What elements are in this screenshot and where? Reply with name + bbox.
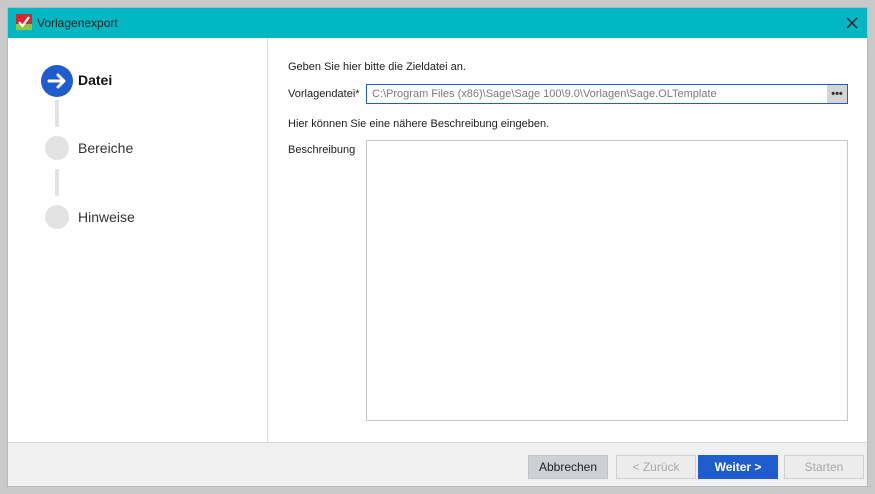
title-bar: Vorlagenexport	[8, 8, 867, 38]
step-hinweise-indicator	[45, 205, 69, 229]
close-button[interactable]	[837, 8, 867, 38]
file-path-value: C:\Program Files (x86)\Sage\Sage 100\9.0…	[372, 88, 717, 100]
footer-bar: Abbrechen < Zurück Weiter > Starten	[8, 442, 867, 486]
step-label-bereiche: Bereiche	[78, 140, 134, 156]
app-icon	[16, 14, 32, 30]
step-datei-indicator	[41, 65, 73, 97]
ellipsis-icon: •••	[831, 88, 843, 100]
step-connector	[55, 100, 59, 127]
description-label: Beschreibung	[288, 144, 356, 156]
arrow-right-icon	[47, 73, 66, 89]
file-path-field[interactable]: C:\Program Files (x86)\Sage\Sage 100\9.0…	[366, 84, 848, 104]
wizard-window: Vorlagenexport Datei Bereiche Hinweise G…	[8, 8, 867, 486]
description-intro-text: Hier können Sie eine nähere Beschreibung…	[288, 118, 550, 130]
step-bereiche-indicator	[45, 136, 69, 160]
start-button[interactable]: Starten	[784, 455, 864, 479]
step-label-datei: Datei	[78, 72, 113, 88]
file-label: Vorlagendatei*	[288, 88, 360, 100]
close-icon	[846, 17, 858, 29]
file-intro-text: Geben Sie hier bitte die Zieldatei an.	[288, 61, 466, 73]
step-connector	[55, 169, 59, 196]
next-button[interactable]: Weiter >	[698, 455, 778, 479]
browse-button[interactable]: •••	[827, 85, 847, 103]
description-textarea[interactable]	[366, 140, 848, 421]
form-panel: Geben Sie hier bitte die Zieldatei an. V…	[268, 38, 867, 442]
cancel-button[interactable]: Abbrechen	[528, 455, 608, 479]
back-button[interactable]: < Zurück	[616, 455, 696, 479]
window-title: Vorlagenexport	[37, 16, 118, 30]
wizard-steps: Datei Bereiche Hinweise	[8, 38, 267, 442]
step-label-hinweise: Hinweise	[78, 209, 135, 225]
